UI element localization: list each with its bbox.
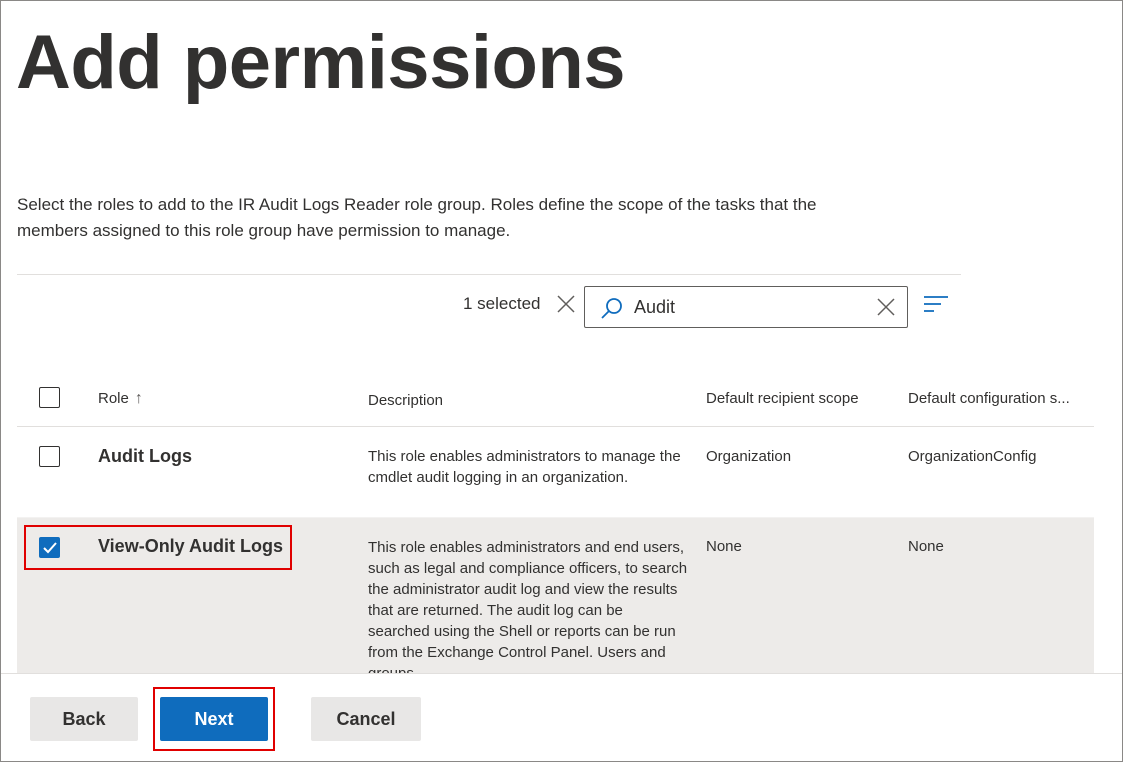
back-button[interactable]: Back	[30, 697, 138, 741]
filter-icon[interactable]	[923, 294, 949, 314]
role-name: View-Only Audit Logs	[98, 536, 284, 556]
checkmark-icon	[43, 542, 57, 554]
sort-ascending-icon: ↑	[134, 390, 143, 407]
footer-divider	[1, 673, 1122, 674]
selected-count: 1 selected	[463, 294, 541, 313]
column-header-description[interactable]: Description	[368, 390, 688, 411]
cancel-button[interactable]: Cancel	[311, 697, 421, 741]
role-description: This role enables administrators and end…	[368, 539, 688, 673]
search-icon	[601, 298, 622, 319]
recipient-scope: Organization	[706, 448, 792, 465]
close-icon[interactable]	[555, 293, 577, 315]
column-header-recipient-scope[interactable]: Default recipient scope	[706, 390, 859, 407]
divider	[17, 274, 961, 275]
row-checkbox[interactable]	[39, 446, 60, 467]
clear-search-icon[interactable]	[875, 296, 897, 318]
search-box[interactable]	[584, 286, 908, 328]
table-row[interactable]: Audit Logs This role enables administrat…	[17, 428, 1094, 518]
page-description: Select the roles to add to the IR Audit …	[17, 195, 817, 240]
search-input[interactable]	[634, 293, 864, 321]
config-scope: OrganizationConfig	[908, 448, 1037, 465]
select-all-checkbox[interactable]	[39, 387, 60, 408]
table-header: Role ↑ Description Default recipient scop…	[17, 371, 1094, 427]
role-name: Audit Logs	[98, 446, 192, 466]
table-row-selected[interactable]: View-Only Audit Logs This role enables a…	[17, 518, 1094, 673]
row-checkbox-checked[interactable]	[39, 537, 60, 558]
role-description: This role enables administrators to mana…	[368, 448, 681, 486]
page-title: Add permissions	[16, 20, 626, 105]
config-scope: None	[908, 538, 944, 555]
recipient-scope: None	[706, 538, 742, 555]
roles-table: Role ↑ Description Default recipient scop…	[17, 371, 1094, 673]
column-header-role[interactable]: Role ↑	[98, 390, 143, 408]
add-permissions-panel: Add permissions Select the roles to add …	[0, 0, 1123, 762]
next-button[interactable]: Next	[160, 697, 268, 741]
column-header-config-scope[interactable]: Default configuration s...	[908, 390, 1070, 407]
